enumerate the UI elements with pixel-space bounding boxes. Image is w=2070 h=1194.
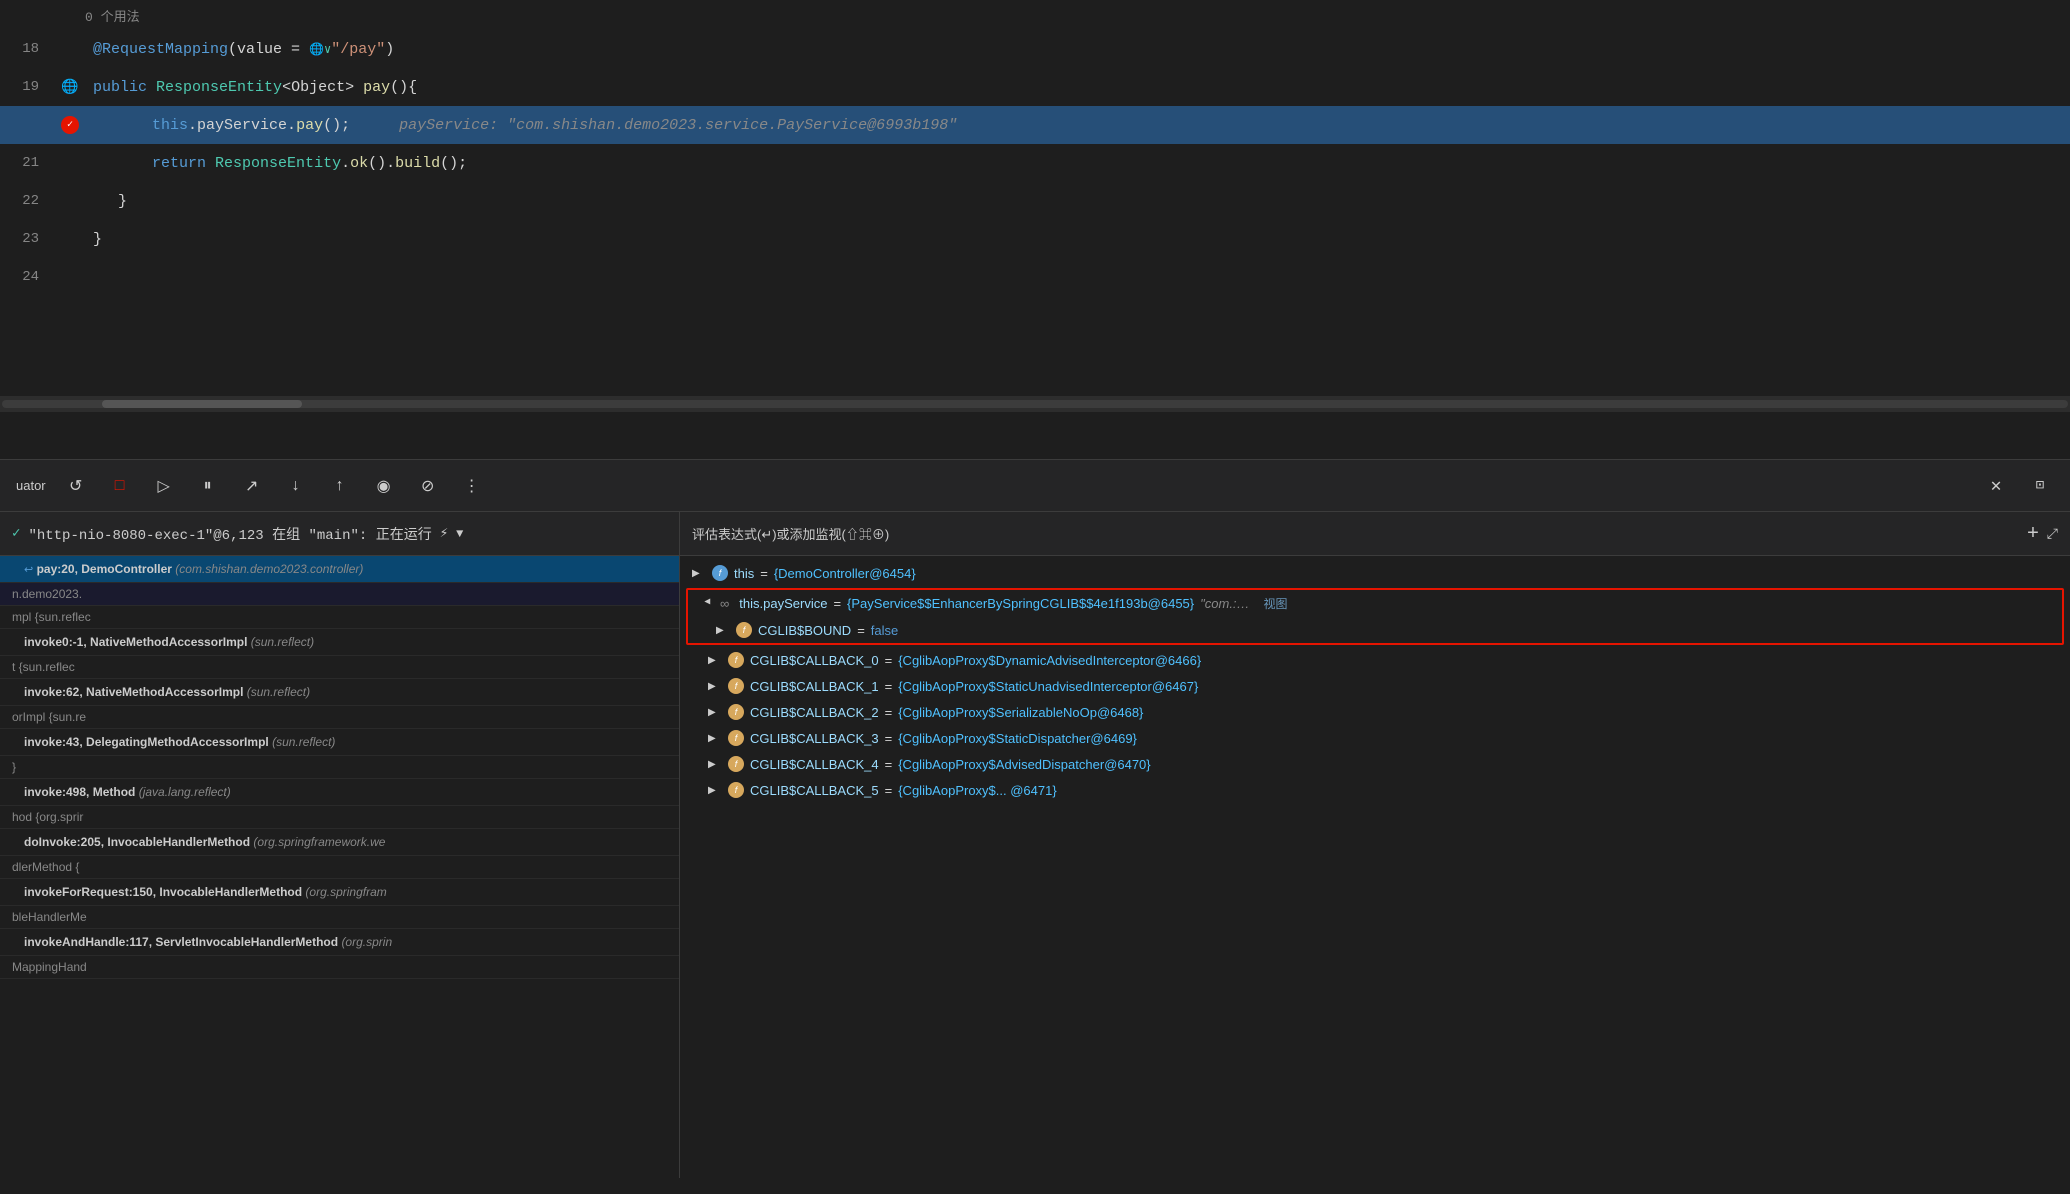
thread-check-icon: ✓ (12, 525, 20, 542)
var-cglib-bound[interactable]: ▶ f CGLIB$BOUND = false (688, 617, 2062, 643)
breakpoint-icon: ✓ (61, 116, 79, 134)
frame-item-5[interactable]: doInvoke:205, InvocableHandlerMethod (or… (0, 829, 679, 856)
dropdown-icon[interactable]: ▼ (456, 527, 463, 541)
eval-expand-button[interactable]: ⤢ (2047, 525, 2058, 542)
stop-button[interactable]: □ (106, 472, 134, 500)
frame-item-3[interactable]: invoke:43, DelegatingMethodAccessorImpl … (0, 729, 679, 756)
left-panel-path-9: MappingHand (0, 956, 679, 979)
debug-label: uator (16, 478, 46, 493)
step-out-button[interactable]: ↑ (326, 472, 354, 500)
debug-panel: uator ↺ □ ▷ ⏸ ↗ ↓ ↑ ◉ ⊘ ⋮ ✕ ⊡ ✓ "http-ni… (0, 460, 2070, 1178)
var-cglib-callback-2[interactable]: ▶ f CGLIB$CALLBACK_2 = {CglibAopProxy$Se… (680, 699, 2070, 725)
editor-empty-space (0, 296, 2070, 396)
field-icon-callback-2: f (728, 704, 744, 720)
var-cglib-callback-0[interactable]: ▶ f CGLIB$CALLBACK_0 = {CglibAopProxy$Dy… (680, 647, 2070, 673)
var-cglib-callback-1[interactable]: ▶ f CGLIB$CALLBACK_1 = {CglibAopProxy$St… (680, 673, 2070, 699)
restore-button[interactable]: ⊡ (2026, 472, 2054, 500)
var-cglib-callback-5[interactable]: ▶ f CGLIB$CALLBACK_5 = {CglibAopProxy$..… (680, 777, 2070, 803)
step-over-button[interactable]: ↗ (238, 472, 266, 500)
code-line-18: 18 @RequestMapping(value = 🌐∨"/pay") (0, 30, 2070, 68)
expand-arrow-callback-5[interactable]: ▶ (708, 785, 722, 796)
frame-item-0[interactable]: ↩ pay:20, DemoController (com.shishan.de… (0, 556, 679, 583)
code-line-24: 24 (0, 258, 2070, 296)
frame-item-6[interactable]: invokeForRequest:150, InvocableHandlerMe… (0, 879, 679, 906)
field-icon-callback-5: f (728, 782, 744, 798)
code-line-20: ✓ this.payService.pay(); payService: "co… (0, 106, 2070, 144)
expand-arrow-payservice[interactable]: ▼ (702, 597, 713, 611)
field-icon-cglib-bound: f (736, 622, 752, 638)
frame-item-4[interactable]: invoke:498, Method (java.lang.reflect) (0, 779, 679, 806)
debug-content: ✓ "http-nio-8080-exec-1"@6,123 在组 "main"… (0, 512, 2070, 1178)
expand-arrow-callback-0[interactable]: ▶ (708, 655, 722, 666)
eval-label: 评估表达式(↵)或添加监视(⇧⌘⊕) (692, 524, 889, 543)
horizontal-scrollbar[interactable] (0, 396, 2070, 412)
variables-list[interactable]: ▶ f this = {DemoController@6454} ▼ ∞ thi… (680, 556, 2070, 1178)
left-panel-path-1: n.demo2023. (0, 583, 679, 606)
filter-icon[interactable]: ⚡ (440, 525, 448, 542)
thread-header: ✓ "http-nio-8080-exec-1"@6,123 在组 "main"… (0, 512, 679, 556)
step-into-button[interactable]: ↓ (282, 472, 310, 500)
code-line-22: 22 } (0, 182, 2070, 220)
usage-hint: 0 个用法 (0, 0, 2070, 30)
left-panel-path-5: } (0, 756, 679, 779)
field-icon-callback-0: f (728, 652, 744, 668)
left-panel-path-4: orImpl {sun.re (0, 706, 679, 729)
var-cglib-callback-4[interactable]: ▶ f CGLIB$CALLBACK_4 = {CglibAopProxy$Ad… (680, 751, 2070, 777)
left-panel-path-3: t {sun.reflec (0, 656, 679, 679)
close-button[interactable]: ✕ (1982, 472, 2010, 500)
frame-item-7[interactable]: invokeAndHandle:117, ServletInvocableHan… (0, 929, 679, 956)
field-icon-callback-4: f (728, 756, 744, 772)
frame-item-2[interactable]: invoke:62, NativeMethodAccessorImpl (sun… (0, 679, 679, 706)
mute-breakpoints-button[interactable]: ⊘ (414, 472, 442, 500)
code-line-23: 23 } (0, 220, 2070, 258)
code-editor: 0 个用法 18 @RequestMapping(value = 🌐∨"/pay… (0, 0, 2070, 460)
field-icon-callback-1: f (728, 678, 744, 694)
resume-button[interactable]: ▷ (150, 472, 178, 500)
expand-arrow-callback-4[interactable]: ▶ (708, 759, 722, 770)
expand-arrow-callback-3[interactable]: ▶ (708, 733, 722, 744)
view-breakpoints-button[interactable]: ◉ (370, 472, 398, 500)
field-icon-this: f (712, 565, 728, 581)
frame-item-1[interactable]: invoke0:-1, NativeMethodAccessorImpl (su… (0, 629, 679, 656)
frames-panel: ✓ "http-nio-8080-exec-1"@6,123 在组 "main"… (0, 512, 680, 1178)
expand-arrow-this[interactable]: ▶ (692, 568, 706, 579)
thread-name: "http-nio-8080-exec-1"@6,123 在组 "main": … (28, 524, 431, 544)
field-icon-callback-3: f (728, 730, 744, 746)
left-panel-path-7: dlerMethod { (0, 856, 679, 879)
debug-toolbar: uator ↺ □ ▷ ⏸ ↗ ↓ ↑ ◉ ⊘ ⋮ ✕ ⊡ (0, 460, 2070, 512)
frame-list[interactable]: ↩ pay:20, DemoController (com.shishan.de… (0, 556, 679, 1178)
code-line-19: 19 🌐 public ResponseEntity<Object> pay()… (0, 68, 2070, 106)
code-line-21: 21 return ResponseEntity.ok().build(); (0, 144, 2070, 182)
eval-add-button[interactable]: + (2027, 522, 2039, 545)
eval-header: 评估表达式(↵)或添加监视(⇧⌘⊕) + ⤢ (680, 512, 2070, 556)
red-border-highlight: ▼ ∞ this.payService = {PayService$$Enhan… (686, 588, 2064, 645)
expand-arrow-cglib-bound[interactable]: ▶ (716, 625, 730, 636)
pause-button[interactable]: ⏸ (194, 472, 222, 500)
chain-icon: ∞ (720, 596, 729, 611)
more-options-button[interactable]: ⋮ (458, 472, 486, 500)
expand-arrow-callback-1[interactable]: ▶ (708, 681, 722, 692)
var-this[interactable]: ▶ f this = {DemoController@6454} (680, 560, 2070, 586)
rerun-button[interactable]: ↺ (62, 472, 90, 500)
left-panel-path-8: bleHandlerMe (0, 906, 679, 929)
left-panel-path-6: hod {org.sprir (0, 806, 679, 829)
expand-arrow-callback-2[interactable]: ▶ (708, 707, 722, 718)
var-cglib-callback-3[interactable]: ▶ f CGLIB$CALLBACK_3 = {CglibAopProxy$St… (680, 725, 2070, 751)
globe-gutter-icon: 🌐 (61, 79, 78, 96)
variables-panel: 评估表达式(↵)或添加监视(⇧⌘⊕) + ⤢ ▶ f this = {DemoC… (680, 512, 2070, 1178)
var-this-payservice[interactable]: ▼ ∞ this.payService = {PayService$$Enhan… (688, 590, 2062, 617)
left-panel-path-2: mpl {sun.reflec (0, 606, 679, 629)
